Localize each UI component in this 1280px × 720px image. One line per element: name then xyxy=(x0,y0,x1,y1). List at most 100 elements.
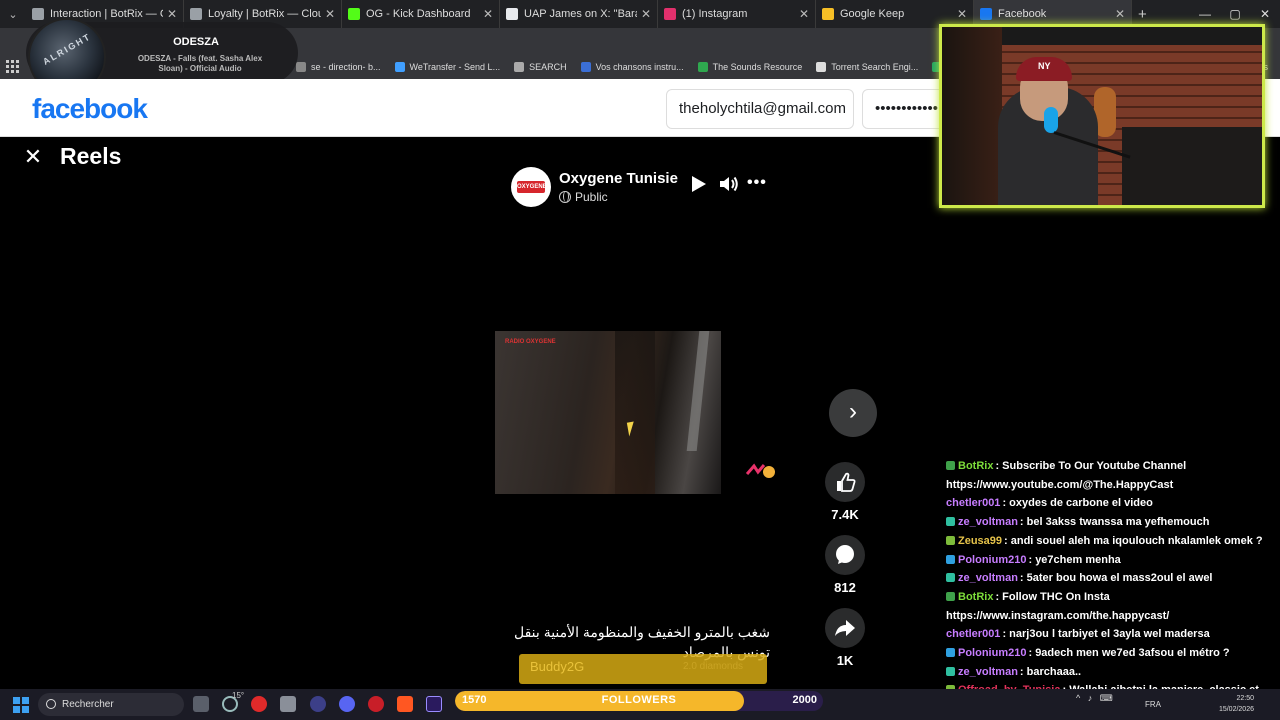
chat-username[interactable]: BotRix xyxy=(958,460,993,472)
clock-date: 15/02/2026 xyxy=(1218,706,1254,713)
chat-badge-icon xyxy=(946,573,955,583)
play-icon[interactable] xyxy=(692,176,706,192)
bookmark-label: Torrent Search Engi... xyxy=(831,61,919,72)
cap-logo: NY xyxy=(1038,61,1051,71)
tab-search-icon[interactable]: ⌄ xyxy=(0,0,26,28)
windows-start-icon[interactable] xyxy=(13,697,29,713)
tab-3[interactable]: UAP James on X: "Barack Obam ✕ xyxy=(500,0,658,28)
thumbs-up-icon xyxy=(837,472,856,492)
tab-4[interactable]: (1) Instagram ✕ xyxy=(658,0,816,28)
tab-close-icon[interactable]: ✕ xyxy=(799,7,809,21)
tab-title: (1) Instagram xyxy=(682,8,748,20)
more-options-icon[interactable]: ••• xyxy=(747,174,767,192)
bookmark-item[interactable]: se - direction- b... xyxy=(296,61,381,72)
bookmark-favicon-icon xyxy=(697,61,708,72)
bookmark-item[interactable]: The Sounds Resource xyxy=(697,61,802,72)
chat-message: BotRix: Subscribe To Our Youtube Channel xyxy=(946,458,1276,475)
bookmark-item[interactable]: Torrent Search Engi... xyxy=(816,61,919,72)
chat-text: : 9adech men we7ed 3afsou el métro ? xyxy=(1028,647,1230,659)
globe-icon xyxy=(559,191,571,203)
chat-message: https://www.youtube.com/@The.HappyCast xyxy=(946,477,1276,494)
premiere-icon[interactable] xyxy=(426,696,442,712)
chat-text: https://www.instagram.com/the.happycast/ xyxy=(946,609,1170,622)
chat-message: chetler001: oxydes de carbone el video xyxy=(946,495,1276,512)
tab-close-icon[interactable]: ✕ xyxy=(167,7,177,21)
task-view-icon[interactable] xyxy=(193,696,209,712)
tab-favicon-icon xyxy=(32,8,44,20)
volume-icon[interactable] xyxy=(718,174,740,194)
chat-message: ze_voltman: 5ater bou howa el mass2oul e… xyxy=(946,570,1276,587)
follower-goal-bar: 1570 FOLLOWERS 2000 xyxy=(455,691,823,711)
app-icon[interactable] xyxy=(310,696,326,712)
bookmark-favicon-icon xyxy=(296,61,306,72)
tab-title: OG - Kick Dashboard xyxy=(366,8,471,20)
share-icon xyxy=(835,620,855,636)
chat-message: ze_voltman: bel 3akss twanssa ma yefhemo… xyxy=(946,514,1276,531)
close-icon[interactable]: ✕ xyxy=(22,146,44,168)
page-title: Reels xyxy=(60,143,122,169)
reel-video[interactable]: RADIO OXYGENE xyxy=(495,331,721,494)
language-indicator[interactable]: FRA xyxy=(1145,700,1161,709)
share-button[interactable] xyxy=(825,608,865,648)
chat-username[interactable]: ze_voltman xyxy=(958,666,1018,678)
chat-username[interactable]: Polonium210 xyxy=(958,647,1026,659)
facebook-logo[interactable]: facebook xyxy=(32,93,148,125)
page-avatar[interactable]: OXYGENE xyxy=(511,167,551,207)
chat-username[interactable]: ze_voltman xyxy=(958,516,1018,528)
bookmark-favicon-icon xyxy=(816,61,827,72)
chat-badge-icon xyxy=(946,554,955,564)
brave-icon[interactable] xyxy=(397,696,413,712)
bookmark-item[interactable]: SEARCH xyxy=(514,61,567,72)
tab-favicon-icon xyxy=(506,8,518,20)
clock[interactable]: 22:50 15/02/2026 xyxy=(1204,693,1254,715)
chat-message: chetler001: narj3ou l tarbiyet el 3ayla … xyxy=(946,626,1276,643)
tab-close-icon[interactable]: ✕ xyxy=(325,7,335,21)
apps-grid-icon[interactable] xyxy=(6,59,20,74)
chat-username[interactable]: Polonium210 xyxy=(958,554,1026,566)
tab-favicon-icon xyxy=(190,8,202,20)
discord-icon[interactable] xyxy=(339,696,355,712)
tab-title: Facebook xyxy=(998,8,1047,20)
chat-text: https://www.youtube.com/@The.HappyCast xyxy=(946,478,1174,491)
bookmark-favicon-icon xyxy=(394,61,405,72)
opera-icon[interactable] xyxy=(251,696,267,712)
like-button[interactable] xyxy=(825,462,865,502)
chat-text: : ye7chem menha xyxy=(1028,553,1121,566)
now-playing-artist: ODESZA xyxy=(173,36,219,48)
chat-username[interactable]: chetler001 xyxy=(946,628,1000,640)
video-watermark: RADIO OXYGENE xyxy=(505,339,556,345)
chat-badge-icon xyxy=(946,591,955,601)
tab-title: Google Keep xyxy=(840,8,905,20)
email-field[interactable]: theholychtila@gmail.com xyxy=(666,89,854,129)
followers-label: FOLLOWERS xyxy=(601,694,677,706)
chat-text: : 5ater bou howa el mass2oul el awel xyxy=(1019,572,1213,585)
chat-username[interactable]: BotRix xyxy=(958,591,993,603)
recorder-icon[interactable] xyxy=(368,696,384,712)
visibility-label: Public xyxy=(575,190,608,204)
taskbar-search[interactable]: Rechercher xyxy=(38,693,184,716)
tab-2[interactable]: OG - Kick Dashboard ✕ xyxy=(342,0,500,28)
tab-close-icon[interactable]: ✕ xyxy=(483,7,493,21)
tab-close-icon[interactable]: ✕ xyxy=(641,7,651,21)
system-tray-icons[interactable]: ^ ♪ ⌨ xyxy=(1076,693,1113,704)
bookmark-label: SEARCH xyxy=(529,61,567,72)
new-tab-button[interactable]: + xyxy=(1138,6,1147,23)
comment-icon xyxy=(836,545,854,564)
chat-username[interactable]: chetler001 xyxy=(946,497,1000,509)
bookmark-item[interactable]: Vos chansons instru... xyxy=(580,61,684,72)
file-explorer-icon[interactable] xyxy=(280,696,296,712)
comment-button[interactable] xyxy=(825,535,865,575)
donation-amount: 2.0 diamonds xyxy=(683,661,744,672)
tab-favicon-icon xyxy=(822,8,834,20)
page-name-link[interactable]: Oxygene Tunisie xyxy=(559,170,678,187)
chat-username[interactable]: Zeusa99 xyxy=(958,535,1002,547)
next-reel-button[interactable]: › xyxy=(829,389,877,437)
sticker-icon xyxy=(746,463,775,478)
chat-badge-icon xyxy=(946,666,955,676)
tab-close-icon[interactable]: ✕ xyxy=(957,7,967,21)
tab-close-icon[interactable]: ✕ xyxy=(1115,7,1125,21)
bookmark-item[interactable]: WeTransfer - Send L... xyxy=(394,61,500,72)
chat-username[interactable]: ze_voltman xyxy=(958,572,1018,584)
chat-message: https://www.instagram.com/the.happycast/ xyxy=(946,608,1276,625)
chat-badge-icon xyxy=(946,535,955,545)
